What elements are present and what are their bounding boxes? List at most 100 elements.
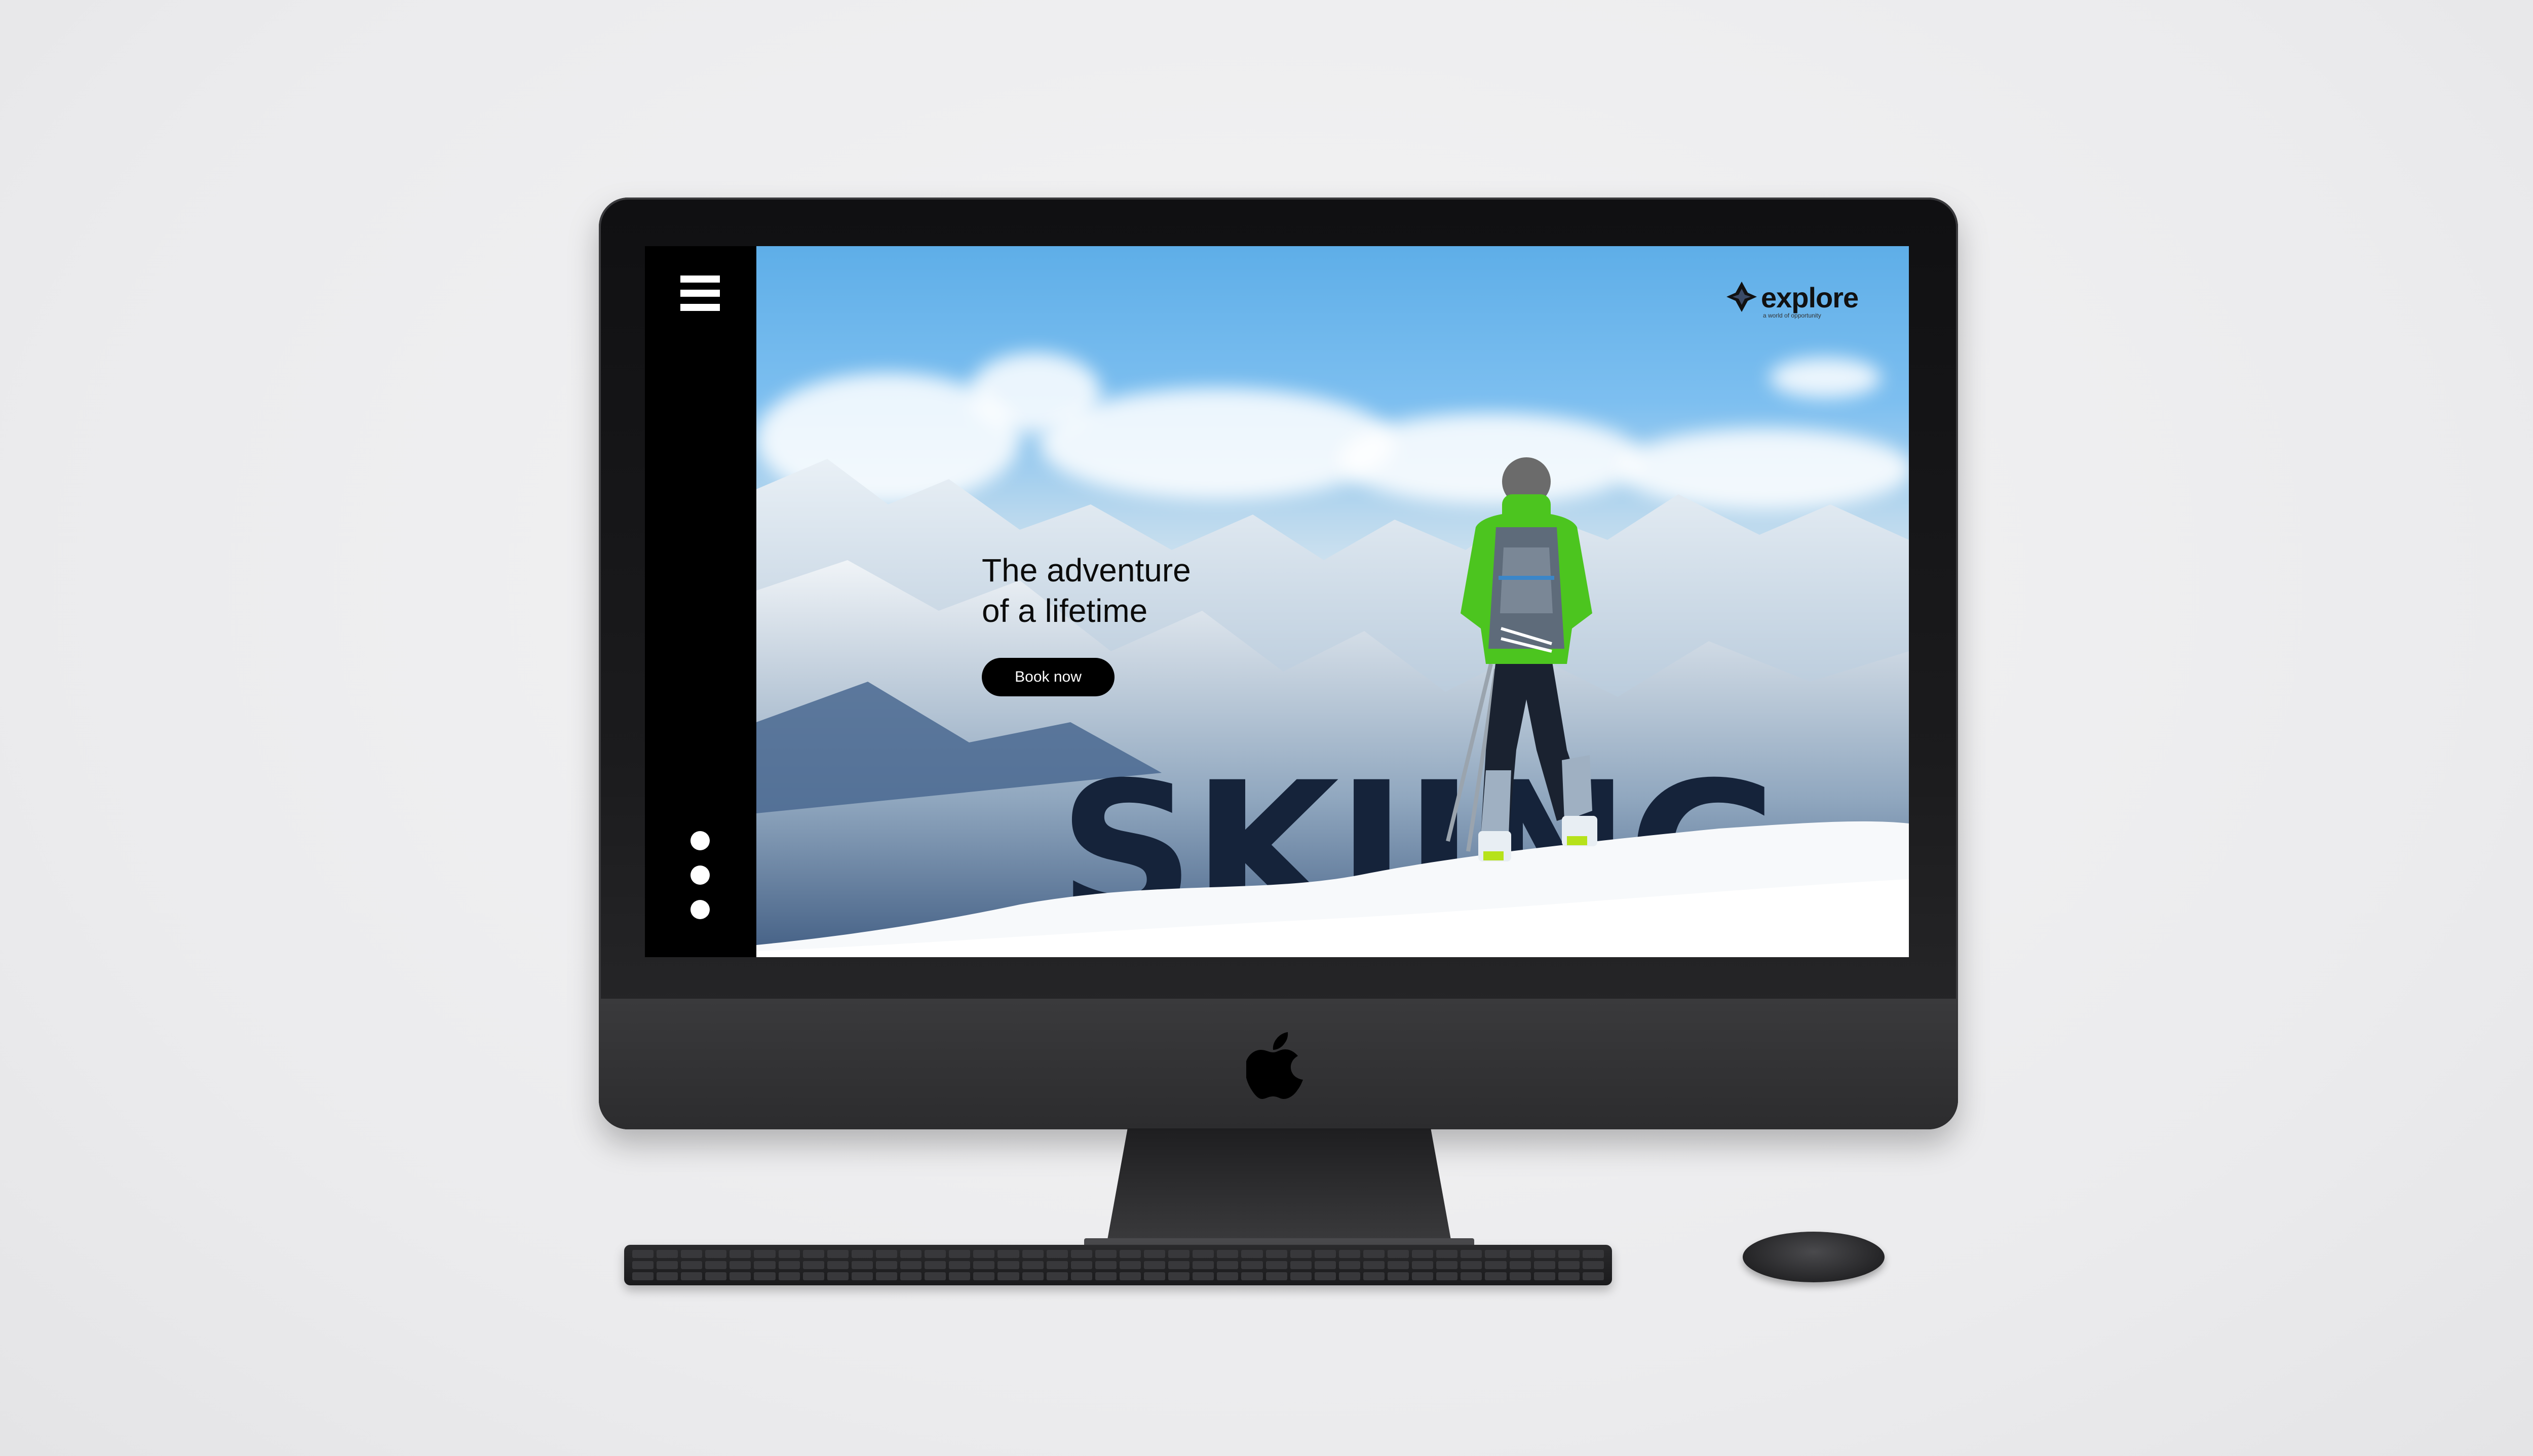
keyboard-key bbox=[730, 1250, 751, 1258]
keyboard-key bbox=[632, 1250, 654, 1258]
keyboard-key bbox=[925, 1272, 946, 1280]
keyboard-key bbox=[1022, 1272, 1044, 1280]
keyboard-key bbox=[1436, 1272, 1458, 1280]
keyboard-key bbox=[1265, 1250, 1287, 1258]
keyboard-key bbox=[1144, 1250, 1166, 1258]
keyboard-key bbox=[778, 1250, 800, 1258]
keyboard-key bbox=[1314, 1250, 1336, 1258]
book-now-button[interactable]: Book now bbox=[982, 658, 1115, 696]
keyboard-key bbox=[754, 1250, 776, 1258]
keyboard-key bbox=[657, 1272, 678, 1280]
keyboard bbox=[624, 1245, 1612, 1285]
keyboard-key bbox=[1461, 1261, 1482, 1269]
keyboard-key bbox=[973, 1272, 995, 1280]
skier-figure bbox=[1446, 457, 1597, 861]
keyboard-key bbox=[900, 1250, 922, 1258]
keyboard-key bbox=[1144, 1272, 1166, 1280]
keyboard-key bbox=[1046, 1272, 1068, 1280]
mouse bbox=[1743, 1232, 1885, 1282]
keyboard-key bbox=[1168, 1250, 1190, 1258]
keyboard-key bbox=[1582, 1272, 1604, 1280]
keyboard-key bbox=[1363, 1250, 1385, 1258]
keyboard-key bbox=[1119, 1272, 1141, 1280]
keyboard-key bbox=[875, 1250, 898, 1258]
keyboard-key bbox=[1022, 1261, 1044, 1269]
keyboard-key bbox=[827, 1272, 849, 1280]
snowflake-logo-icon bbox=[1726, 282, 1757, 312]
keyboard-key bbox=[1217, 1261, 1239, 1269]
keyboard-key bbox=[997, 1272, 1019, 1280]
keyboard-key bbox=[778, 1272, 800, 1280]
keyboard-key bbox=[1436, 1261, 1458, 1269]
keyboard-key bbox=[705, 1272, 727, 1280]
keyboard-key bbox=[1558, 1250, 1580, 1258]
keyboard-key bbox=[1241, 1272, 1263, 1280]
keyboard-key bbox=[1217, 1272, 1239, 1280]
keyboard-key bbox=[973, 1261, 995, 1269]
keyboard-key bbox=[1193, 1250, 1214, 1258]
keyboard-key bbox=[1338, 1261, 1360, 1269]
keyboard-key bbox=[1412, 1250, 1434, 1258]
keyboard-key bbox=[875, 1261, 898, 1269]
keyboard-key bbox=[632, 1261, 654, 1269]
keyboard-key bbox=[1485, 1261, 1507, 1269]
keyboard-key bbox=[1070, 1261, 1092, 1269]
keyboard-key bbox=[827, 1261, 849, 1269]
keyboard-key bbox=[949, 1250, 971, 1258]
keyboard-key bbox=[1436, 1250, 1458, 1258]
cloud bbox=[1770, 358, 1881, 398]
keyboard-key bbox=[754, 1261, 776, 1269]
keyboard-key bbox=[1582, 1250, 1604, 1258]
brand-tagline: a world of opportunity bbox=[1763, 312, 1821, 319]
keyboard-key bbox=[1314, 1272, 1336, 1280]
keyboard-key bbox=[1582, 1261, 1604, 1269]
keyboard-key bbox=[949, 1272, 971, 1280]
keyboard-key bbox=[1119, 1250, 1141, 1258]
keyboard-key bbox=[1314, 1261, 1336, 1269]
keyboard-key bbox=[632, 1272, 654, 1280]
keyboard-key bbox=[1290, 1250, 1312, 1258]
keyboard-key bbox=[1533, 1250, 1555, 1258]
keyboard-key bbox=[1290, 1272, 1312, 1280]
snow-slope bbox=[756, 821, 1909, 957]
keyboard-key bbox=[1509, 1250, 1531, 1258]
keyboard-key bbox=[681, 1250, 703, 1258]
keyboard-key bbox=[754, 1272, 776, 1280]
keyboard-key bbox=[705, 1261, 727, 1269]
keyboard-key bbox=[657, 1250, 678, 1258]
keyboard-key bbox=[1485, 1272, 1507, 1280]
keyboard-key bbox=[851, 1261, 873, 1269]
keyboard-key bbox=[1095, 1272, 1117, 1280]
keyboard-key bbox=[1558, 1261, 1580, 1269]
keyboard-key bbox=[1461, 1272, 1482, 1280]
keyboard-key bbox=[1265, 1261, 1287, 1269]
keyboard-key bbox=[1388, 1261, 1409, 1269]
keyboard-key bbox=[681, 1261, 703, 1269]
keyboard-key bbox=[1509, 1272, 1531, 1280]
keyboard-key bbox=[1290, 1261, 1312, 1269]
keyboard-key bbox=[1558, 1272, 1580, 1280]
vertical-dots-icon[interactable] bbox=[690, 831, 711, 934]
keyboard-key bbox=[997, 1261, 1019, 1269]
keyboard-key bbox=[1144, 1261, 1166, 1269]
apple-logo-icon bbox=[1246, 1032, 1303, 1099]
keyboard-key bbox=[1095, 1261, 1117, 1269]
keyboard-key bbox=[1388, 1272, 1409, 1280]
keyboard-key bbox=[1461, 1250, 1482, 1258]
brand-logo[interactable]: explore a world of opportunity bbox=[1726, 278, 1889, 323]
keyboard-key bbox=[802, 1250, 824, 1258]
keyboard-key bbox=[875, 1272, 898, 1280]
keyboard-key bbox=[1509, 1261, 1531, 1269]
keyboard-key bbox=[802, 1261, 824, 1269]
keyboard-key bbox=[1533, 1272, 1555, 1280]
keyboard-key bbox=[1168, 1272, 1190, 1280]
keyboard-key bbox=[1168, 1261, 1190, 1269]
keyboard-key bbox=[1338, 1250, 1360, 1258]
hamburger-menu-icon[interactable] bbox=[680, 276, 720, 321]
keyboard-key bbox=[657, 1261, 678, 1269]
keyboard-key bbox=[705, 1250, 727, 1258]
hero-headline: The adventure of a lifetime bbox=[982, 550, 1286, 631]
keyboard-key bbox=[1217, 1250, 1239, 1258]
keyboard-key bbox=[925, 1261, 946, 1269]
keyboard-key bbox=[1241, 1261, 1263, 1269]
